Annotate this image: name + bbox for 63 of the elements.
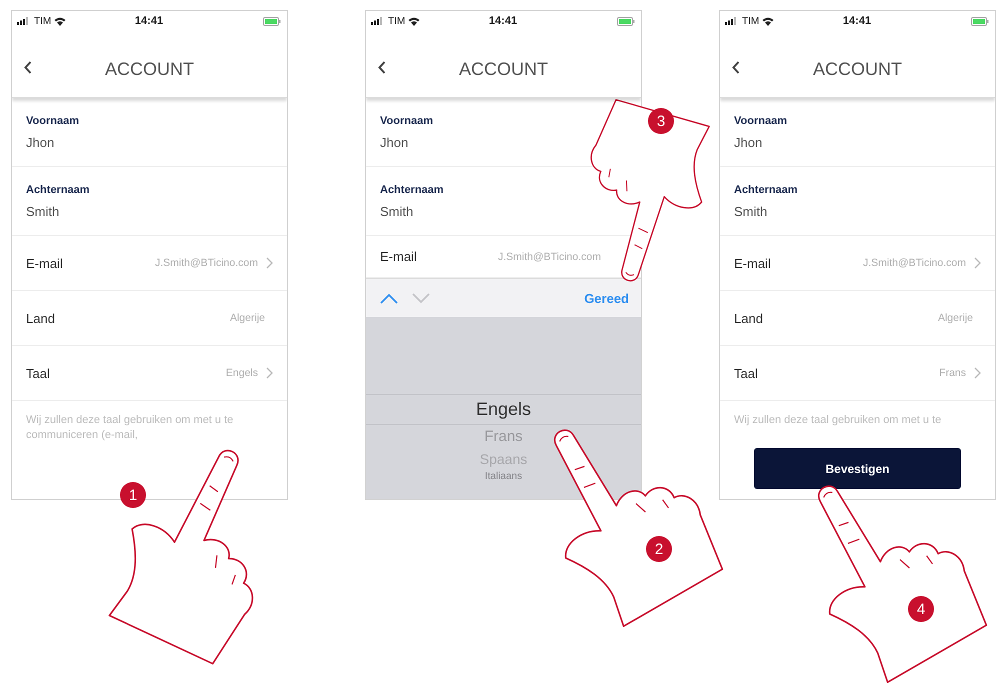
field-label: Achternaam bbox=[734, 184, 799, 196]
signal-icon bbox=[725, 17, 739, 25]
field-label: Achternaam bbox=[380, 184, 445, 196]
status-time: 14:41 bbox=[134, 15, 164, 27]
row-label: E-mail bbox=[380, 249, 418, 264]
carrier-name: TIM bbox=[388, 16, 406, 26]
hint-text: Wij zullen deze taal gebruiken om met u te bbox=[733, 413, 942, 428]
screen-title: ACCOUNT bbox=[813, 58, 902, 80]
settings-row[interactable]: Taal Engels bbox=[12, 346, 287, 401]
battery-icon bbox=[262, 16, 281, 26]
settings-row[interactable]: E-mail J.Smith@BTicino.com bbox=[720, 236, 995, 291]
field-label: Voornaam bbox=[26, 114, 80, 126]
battery-icon bbox=[616, 16, 635, 26]
field-value: Jhon bbox=[380, 134, 410, 150]
screen-title: ACCOUNT bbox=[459, 58, 548, 80]
row-label: Taal bbox=[26, 366, 51, 380]
settings-row[interactable]: Land Algerije bbox=[720, 291, 995, 346]
row-value: Engels bbox=[226, 367, 258, 379]
back-chevron-icon[interactable] bbox=[24, 61, 32, 74]
settings-row[interactable]: Land Algerije bbox=[12, 291, 287, 346]
hint-text: Wij zullen deze taal gebruiken om met u te communiceren (e-mail, bbox=[25, 413, 234, 443]
chevron-right-icon bbox=[974, 257, 981, 269]
back-chevron-icon[interactable] bbox=[378, 61, 386, 74]
field-label: Voornaam bbox=[380, 114, 434, 126]
back-chevron-icon[interactable] bbox=[732, 61, 740, 74]
field-label: Achternaam bbox=[26, 184, 91, 196]
battery-icon bbox=[970, 16, 989, 26]
row-value: Algerije bbox=[938, 312, 973, 324]
settings-row[interactable]: Taal Frans bbox=[720, 346, 995, 401]
settings-row[interactable]: E-mail J.Smith@BTicino.com bbox=[12, 236, 287, 291]
chevron-right-icon bbox=[266, 367, 273, 379]
chevron-right-icon bbox=[266, 257, 273, 269]
field-value: Smith bbox=[734, 204, 768, 218]
field-value: Jhon bbox=[734, 134, 764, 150]
step-badge: 1 bbox=[120, 482, 146, 508]
row-label: Land bbox=[734, 310, 764, 326]
row-label: E-mail bbox=[734, 256, 772, 270]
row-value: Frans bbox=[939, 367, 966, 379]
signal-icon bbox=[17, 17, 31, 25]
row-label: Taal bbox=[734, 366, 759, 380]
row-value: Algerije bbox=[230, 312, 265, 324]
wifi-icon bbox=[54, 16, 66, 26]
field-value: Jhon bbox=[26, 134, 56, 150]
row-value: J.Smith@BTicino.com bbox=[862, 257, 966, 269]
picker-option[interactable]: Engels bbox=[476, 394, 532, 424]
screen-title: ACCOUNT bbox=[105, 58, 194, 80]
wifi-icon bbox=[408, 16, 420, 26]
chevron-right-icon bbox=[974, 367, 981, 379]
field-label: Voornaam bbox=[734, 114, 788, 126]
confirm-button[interactable]: Bevestigen bbox=[754, 448, 961, 489]
field-value: Smith bbox=[380, 204, 414, 218]
wifi-icon bbox=[762, 16, 774, 26]
row-value: J.Smith@BTicino.com bbox=[498, 250, 601, 262]
status-time: 14:41 bbox=[488, 15, 518, 27]
chevron-up-icon[interactable] bbox=[380, 292, 398, 304]
carrier-name: TIM bbox=[34, 16, 52, 26]
row-label: E-mail bbox=[26, 256, 64, 270]
row-value: J.Smith@BTicino.com bbox=[154, 257, 258, 269]
carrier-name: TIM bbox=[742, 16, 760, 26]
status-time: 14:41 bbox=[842, 15, 872, 27]
signal-icon bbox=[371, 17, 385, 25]
row-label: Land bbox=[26, 310, 56, 326]
field-value: Smith bbox=[26, 204, 60, 218]
